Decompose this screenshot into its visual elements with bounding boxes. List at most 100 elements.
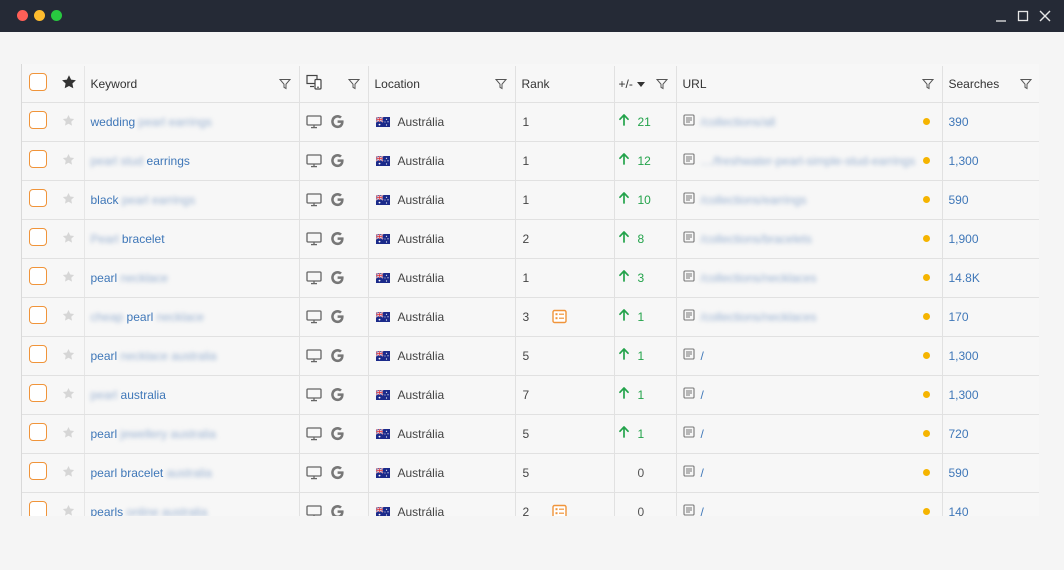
minimize-icon[interactable] xyxy=(993,8,1009,24)
keyword-cell[interactable]: cheap pearl necklace xyxy=(84,297,300,337)
keyword-cell[interactable]: pearl australia xyxy=(84,375,300,415)
star-icon[interactable] xyxy=(62,153,75,166)
keyword-cell[interactable]: pearl necklace xyxy=(84,258,300,298)
filter-icon[interactable] xyxy=(1019,78,1032,90)
star-icon[interactable] xyxy=(62,426,75,439)
row-checkbox[interactable] xyxy=(29,228,47,246)
serp-features-icon[interactable] xyxy=(551,309,567,324)
keyword-cell[interactable]: wedding pearl earrings xyxy=(84,102,300,142)
select-all-checkbox[interactable] xyxy=(29,73,47,92)
keyword-cell[interactable]: pearl bracelet australia xyxy=(84,453,300,493)
url-link[interactable]: …/freshwater-pearl-simple-stud-earrings xyxy=(701,154,916,168)
table-row[interactable]: pearl australia Austrália 7 1 / 1,300 xyxy=(22,375,1039,415)
keyword-link[interactable]: pearl necklace xyxy=(85,271,299,285)
star-icon[interactable] xyxy=(62,192,75,205)
url-cell[interactable]: /collections/necklaces xyxy=(676,258,943,298)
maximize-icon[interactable] xyxy=(1015,8,1031,24)
star-icon[interactable] xyxy=(62,114,75,127)
row-checkbox[interactable] xyxy=(29,111,47,129)
keyword-link[interactable]: pearl necklace australia xyxy=(85,349,299,363)
url-cell[interactable]: /collections/bracelets xyxy=(676,219,943,259)
keyword-header[interactable]: Keyword xyxy=(84,66,300,103)
table-row[interactable]: pearls online australia Austrália 2 0 / 140 xyxy=(22,492,1039,516)
keyword-link[interactable]: pearl jewellery australia xyxy=(85,427,299,441)
table-row[interactable]: pearl jewellery australia Austrália 5 1 / 720 xyxy=(22,414,1039,454)
sort-desc-icon[interactable] xyxy=(636,77,645,91)
table-row[interactable]: black pearl earrings Austrália 1 10/collect… xyxy=(22,180,1039,220)
row-checkbox[interactable] xyxy=(29,501,47,516)
url-link[interactable]: / xyxy=(701,388,704,402)
row-checkbox[interactable] xyxy=(29,267,47,285)
table-row[interactable]: wedding pearl earrings Austrália 1 21/colle… xyxy=(22,102,1039,142)
url-link[interactable]: / xyxy=(701,349,704,363)
serp-features-icon[interactable] xyxy=(551,504,567,516)
url-cell[interactable]: /collections/necklaces xyxy=(676,297,943,337)
url-cell[interactable]: / xyxy=(676,414,943,454)
star-filled-icon[interactable] xyxy=(61,74,77,90)
keyword-link[interactable]: wedding pearl earrings xyxy=(85,115,299,129)
url-link[interactable]: /collections/earrings xyxy=(701,193,807,207)
filter-icon[interactable] xyxy=(494,78,507,90)
close-dot[interactable] xyxy=(17,10,28,21)
row-checkbox[interactable] xyxy=(29,462,47,480)
minimize-dot[interactable] xyxy=(34,10,45,21)
keyword-link[interactable]: pearl bracelet australia xyxy=(85,466,299,480)
change-header[interactable]: +/- xyxy=(614,66,677,103)
keyword-cell[interactable]: pearls online australia xyxy=(84,492,300,517)
url-cell[interactable]: /collections/all xyxy=(676,102,943,142)
url-cell[interactable]: / xyxy=(676,336,943,376)
star-icon[interactable] xyxy=(62,504,75,517)
url-link[interactable]: / xyxy=(701,427,704,441)
star-icon[interactable] xyxy=(62,465,75,478)
rank-header[interactable]: Rank xyxy=(515,66,615,103)
url-cell[interactable]: / xyxy=(676,375,943,415)
filter-icon[interactable] xyxy=(278,78,291,90)
table-row[interactable]: Pearl bracelet Austrália 2 8/collections/br… xyxy=(22,219,1039,259)
keyword-cell[interactable]: black pearl earrings xyxy=(84,180,300,220)
keyword-link[interactable]: black pearl earrings xyxy=(85,193,299,207)
row-checkbox[interactable] xyxy=(29,384,47,402)
keyword-link[interactable]: pearls online australia xyxy=(85,505,299,517)
filter-icon[interactable] xyxy=(655,78,668,90)
device-header[interactable] xyxy=(299,66,369,103)
star-icon[interactable] xyxy=(62,270,75,283)
star-icon[interactable] xyxy=(62,387,75,400)
keyword-link[interactable]: pearl stud earrings xyxy=(85,154,299,168)
table-row[interactable]: pearl bracelet australia Austrália 5 0 / 590 xyxy=(22,453,1039,493)
url-cell[interactable]: …/freshwater-pearl-simple-stud-earrings xyxy=(676,141,943,181)
table-row[interactable]: pearl necklace Austrália 1 3/collections/ne… xyxy=(22,258,1039,298)
url-cell[interactable]: /collections/earrings xyxy=(676,180,943,220)
url-link[interactable]: /collections/necklaces xyxy=(701,271,817,285)
row-checkbox[interactable] xyxy=(29,345,47,363)
url-link[interactable]: / xyxy=(701,505,704,517)
row-checkbox[interactable] xyxy=(29,423,47,441)
zoom-dot[interactable] xyxy=(51,10,62,21)
star-icon[interactable] xyxy=(62,231,75,244)
keyword-cell[interactable]: pearl stud earrings xyxy=(84,141,300,181)
url-cell[interactable]: / xyxy=(676,492,943,517)
row-checkbox[interactable] xyxy=(29,306,47,324)
url-link[interactable]: / xyxy=(701,466,704,480)
star-icon[interactable] xyxy=(62,309,75,322)
star-icon[interactable] xyxy=(62,348,75,361)
url-header[interactable]: URL xyxy=(676,66,943,103)
url-link[interactable]: /collections/bracelets xyxy=(701,232,812,246)
location-header[interactable]: Location xyxy=(368,66,516,103)
keyword-link[interactable]: pearl australia xyxy=(85,388,299,402)
keyword-cell[interactable]: Pearl bracelet xyxy=(84,219,300,259)
table-row[interactable]: pearl stud earrings Austrália 1 12 …/freshwa… xyxy=(22,141,1039,181)
keyword-link[interactable]: cheap pearl necklace xyxy=(85,310,299,324)
keyword-cell[interactable]: pearl jewellery australia xyxy=(84,414,300,454)
keyword-cell[interactable]: pearl necklace australia xyxy=(84,336,300,376)
row-checkbox[interactable] xyxy=(29,189,47,207)
keyword-link[interactable]: Pearl bracelet xyxy=(85,232,299,246)
table-row[interactable]: cheap pearl necklace Austrália 3 1/collecti… xyxy=(22,297,1039,337)
url-link[interactable]: /collections/all xyxy=(701,115,776,129)
url-link[interactable]: /collections/necklaces xyxy=(701,310,817,324)
filter-icon[interactable] xyxy=(921,78,934,90)
url-cell[interactable]: / xyxy=(676,453,943,493)
table-row[interactable]: pearl necklace australia Austrália 5 1 / 1,30… xyxy=(22,336,1039,376)
close-icon[interactable] xyxy=(1037,8,1053,24)
row-checkbox[interactable] xyxy=(29,150,47,168)
searches-header[interactable]: Searches xyxy=(942,66,1039,103)
